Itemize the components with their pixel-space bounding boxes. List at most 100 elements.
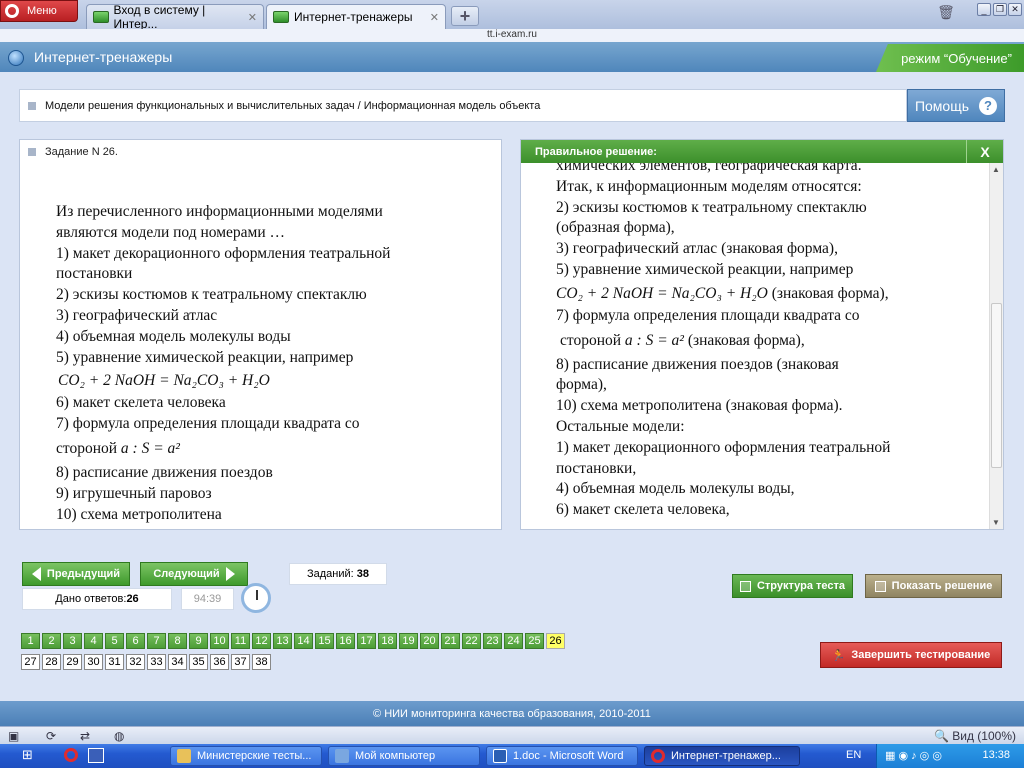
running-man-icon: 🏃	[831, 649, 846, 662]
page-button[interactable]: 3	[63, 633, 82, 649]
page-button[interactable]: 8	[168, 633, 187, 649]
arrow-left-icon	[31, 567, 41, 581]
solution-equation-line: CO₂ + 2 NaOH = Na₂CO₃ + H₂O (знаковая фо…	[556, 284, 889, 302]
task-line: 6) макет скелета человека	[56, 394, 226, 412]
page-button[interactable]: 31	[105, 654, 124, 670]
scroll-down-icon[interactable]: ▼	[992, 518, 1000, 527]
turbo-icon[interactable]: ◍	[114, 729, 124, 743]
tray-icons[interactable]: ▦ ◉ ♪ ◎ ◎	[885, 749, 942, 762]
taskbar-item-my-computer[interactable]: Мой компьютер	[328, 746, 480, 766]
page-button[interactable]: 26	[546, 633, 565, 649]
share-icon[interactable]: ⇄	[80, 729, 90, 743]
panel-toggle-icon[interactable]: ▣	[8, 729, 19, 743]
windows-taskbar: ⊞ Министерские тесты... Мой компьютер 1.…	[0, 744, 1024, 768]
answered-counter: Дано ответов: 26	[22, 588, 172, 610]
solution-line: 8) расписание движения поездов (знаковая	[556, 355, 839, 373]
page-button[interactable]: 4	[84, 633, 103, 649]
page-button[interactable]: 34	[168, 654, 187, 670]
page-button[interactable]: 24	[504, 633, 523, 649]
page-button[interactable]: 29	[63, 654, 82, 670]
close-tab-icon[interactable]: ✕	[248, 11, 257, 24]
page-button[interactable]: 37	[231, 654, 250, 670]
page-button[interactable]: 25	[525, 633, 544, 649]
page-button[interactable]: 28	[42, 654, 61, 670]
test-structure-button[interactable]: Структура теста	[732, 574, 853, 598]
page-button[interactable]: 19	[399, 633, 418, 649]
app-header: Интернет-тренажеры	[0, 42, 1024, 72]
breadcrumb: Модели решения функциональных и вычислит…	[19, 89, 907, 122]
page-button[interactable]: 2	[42, 633, 61, 649]
scroll-up-icon[interactable]: ▲	[992, 165, 1000, 174]
taskbar-item-word[interactable]: 1.doc - Microsoft Word	[486, 746, 638, 766]
next-button[interactable]: Следующий	[140, 562, 248, 586]
opera-icon	[651, 749, 665, 763]
windows-start-icon[interactable]: ⊞	[22, 747, 44, 765]
page-button[interactable]: 6	[126, 633, 145, 649]
solution-line: форма),	[556, 376, 607, 394]
page-button[interactable]: 14	[294, 633, 313, 649]
task-line: Из перечисленного информационными моделя…	[56, 203, 383, 220]
page-button[interactable]: 13	[273, 633, 292, 649]
restore-icon[interactable]: ❐	[993, 3, 1007, 16]
zoom-level[interactable]: 🔍 Вид (100%)	[934, 729, 1016, 743]
page-button[interactable]: 32	[126, 654, 145, 670]
page-button[interactable]: 27	[21, 654, 40, 670]
site-favicon-icon	[93, 11, 109, 23]
minimize-icon[interactable]: _	[977, 3, 991, 16]
page-button[interactable]: 21	[441, 633, 460, 649]
taskbar-item-opera[interactable]: Интернет-тренажер...	[644, 746, 800, 766]
system-clock[interactable]: 13:38	[982, 749, 1010, 761]
page-button[interactable]: 15	[315, 633, 334, 649]
solution-line: (образная форма),	[556, 219, 675, 237]
close-solution-button[interactable]: X	[966, 140, 1003, 163]
page-button[interactable]: 11	[231, 633, 250, 649]
solution-scrollbar[interactable]: ▲ ▼	[989, 163, 1003, 529]
language-indicator[interactable]: EN	[846, 749, 861, 761]
chemical-equation: CO₂ + 2 NaOH = Na₂CO₃ + H₂O	[556, 284, 768, 302]
show-solution-button[interactable]: Показать решение	[865, 574, 1002, 598]
page-button[interactable]: 5	[105, 633, 124, 649]
page-button[interactable]: 23	[483, 633, 502, 649]
solution-header: Правильное решение:	[521, 140, 1003, 163]
page-button[interactable]: 1	[21, 633, 40, 649]
task-text: Из перечисленного информационными моделя…	[56, 202, 476, 525]
task-line: 7) формула определения площади квадрата …	[56, 415, 360, 433]
opera-logo-icon	[5, 4, 19, 18]
browser-tab-login[interactable]: Вход в систему | Интер... ✕	[86, 3, 264, 31]
trash-icon[interactable]: 🗑	[937, 4, 955, 24]
address-bar[interactable]: tt.i-exam.ru	[0, 29, 1024, 42]
page-button[interactable]: 30	[84, 654, 103, 670]
refresh-icon[interactable]: ⟳	[46, 729, 56, 743]
word-icon	[493, 749, 507, 763]
help-button[interactable]: Помощь?	[907, 89, 1005, 122]
solution-line: 2) эскизы костюмов к театральному спекта…	[556, 198, 867, 216]
previous-button[interactable]: Предыдущий	[22, 562, 130, 586]
page-button[interactable]: 22	[462, 633, 481, 649]
page-button[interactable]: 38	[252, 654, 271, 670]
desktop-quicklaunch-icon[interactable]	[88, 748, 104, 763]
taskbar-item-tests[interactable]: Министерские тесты...	[170, 746, 322, 766]
question-icon: ?	[979, 96, 998, 115]
scrollbar-thumb[interactable]	[991, 303, 1002, 468]
close-window-icon[interactable]: ✕	[1008, 3, 1022, 16]
opera-quicklaunch-icon[interactable]	[64, 748, 78, 762]
page-button[interactable]: 18	[378, 633, 397, 649]
new-tab-button[interactable]: +	[451, 6, 479, 26]
task-header: Задание N 26.	[28, 146, 118, 158]
page-button[interactable]: 9	[189, 633, 208, 649]
tasks-counter: Заданий: 38	[289, 563, 387, 585]
page-button[interactable]: 7	[147, 633, 166, 649]
page-button[interactable]: 33	[147, 654, 166, 670]
page-button[interactable]: 12	[252, 633, 271, 649]
page-button[interactable]: 17	[357, 633, 376, 649]
chemical-equation: CO₂ + 2 NaOH = Na₂CO₃ + H₂O	[58, 372, 270, 390]
page-button[interactable]: 16	[336, 633, 355, 649]
opera-menu-button[interactable]: Меню	[0, 0, 78, 22]
page-button[interactable]: 35	[189, 654, 208, 670]
finish-test-button[interactable]: 🏃 Завершить тестирование	[820, 642, 1002, 668]
page-button[interactable]: 36	[210, 654, 229, 670]
page-button[interactable]: 10	[210, 633, 229, 649]
browser-tab-trainers[interactable]: Интернет-тренажеры ✕	[266, 4, 446, 29]
close-tab-icon[interactable]: ✕	[430, 11, 439, 24]
page-button[interactable]: 20	[420, 633, 439, 649]
